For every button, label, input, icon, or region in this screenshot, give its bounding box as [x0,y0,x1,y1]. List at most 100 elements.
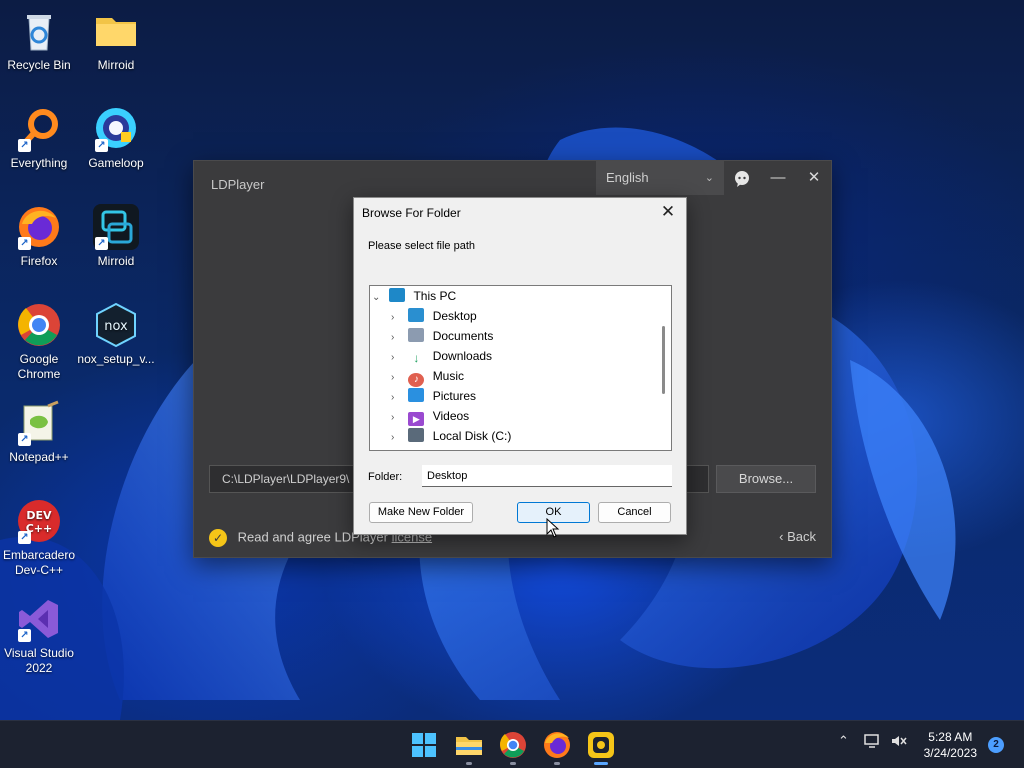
desktop-icon-mirroid-folder[interactable]: Mirroid [77,8,155,73]
make-new-folder-button[interactable]: Make New Folder [369,502,473,523]
chevron-right-icon[interactable]: › [391,368,405,388]
tree-item-local-disk[interactable]: › Local Disk (C:) [391,426,511,446]
desktop-icon-recycle-bin[interactable]: Recycle Bin [0,8,78,73]
local-disk-icon [408,428,425,442]
tree-item-downloads[interactable]: › ↓ Downloads [391,346,492,366]
recycle-bin-icon [16,8,62,54]
tree-scrollbar[interactable] [655,286,671,450]
dialog-close-button[interactable]: ✕ [656,201,680,225]
chevron-left-icon: ‹ [779,529,784,544]
music-folder-icon: ♪ [408,373,425,387]
minimize-button[interactable]: — [766,167,790,191]
desktop-icon-label: Notepad++ [9,450,69,464]
desktop-icon-label: Firefox [20,254,58,268]
start-button[interactable] [408,729,440,761]
taskbar-chrome[interactable] [497,729,529,765]
desktop-folder-icon [408,308,425,322]
system-clock[interactable]: 5:28 AM 3/24/2023 [924,729,977,761]
desktop-icon-google-chrome[interactable]: Google Chrome [0,302,78,382]
desktop-icon-firefox[interactable]: ↗ Firefox [0,204,78,269]
desktop-icon-everything[interactable]: ↗ Everything [0,106,78,171]
gameloop-icon: ↗ [93,106,139,152]
desktop-icon-notepadpp[interactable]: ↗ Notepad++ [0,400,78,465]
clock-date: 3/24/2023 [923,746,977,760]
language-dropdown[interactable]: English ⌄ [596,161,724,195]
downloads-folder-icon: ↓ [413,351,420,365]
taskbar-ldplayer[interactable] [585,729,617,765]
scrollbar-thumb[interactable] [662,326,665,394]
back-label: Back [787,529,816,544]
chrome-icon [16,302,62,348]
feedback-chat-icon[interactable] [730,167,754,191]
tree-item-desktop[interactable]: › Desktop [391,306,477,326]
tree-item-music[interactable]: › ♪ Music [391,366,465,388]
firefox-icon [544,732,570,758]
folder-tree[interactable]: ⌄ This PC › Desktop › Documents › ↓ Down… [369,285,672,451]
tree-item-label: This PC [413,289,457,303]
taskbar-firefox[interactable] [541,729,573,765]
tree-item-videos[interactable]: › ▶ Videos [391,406,469,426]
chevron-right-icon[interactable]: › [391,388,405,408]
visual-studio-icon: ↗ [16,596,62,642]
shortcut-arrow-icon: ↗ [18,531,31,544]
this-pc-icon [389,288,406,302]
folder-input[interactable]: Desktop [422,465,672,487]
network-icon[interactable] [864,733,882,752]
desktop-icon-label: Gameloop [88,156,144,170]
shortcut-arrow-icon: ↗ [18,139,31,152]
tree-item-label: Documents [432,329,494,343]
tree-item-documents[interactable]: › Documents [391,326,493,346]
chevron-right-icon[interactable]: › [391,408,405,428]
desktop-icon-label: nox_setup_v... [77,352,155,366]
windows-logo-icon [412,733,436,757]
shortcut-arrow-icon: ↗ [18,433,31,446]
notepadpp-icon: ↗ [16,400,62,446]
shortcut-arrow-icon: ↗ [95,237,108,250]
taskbar-file-explorer[interactable] [453,729,485,765]
shortcut-arrow-icon: ↗ [18,237,31,250]
running-indicator [510,762,516,765]
chevron-right-icon[interactable]: › [391,428,405,448]
browse-for-folder-dialog: Browse For Folder ✕ Please select file p… [353,197,687,535]
chrome-icon [500,732,526,758]
volume-muted-icon[interactable] [890,733,908,752]
tree-item-label: Local Disk (C:) [432,429,512,443]
desktop-icon-visual-studio[interactable]: ↗ Visual Studio 2022 [0,596,78,676]
tree-item-label: Desktop [432,309,477,323]
desktop-icon-gameloop[interactable]: ↗ Gameloop [77,106,155,171]
shortcut-arrow-icon: ↗ [18,629,31,642]
desktop-icon-mirroid-app[interactable]: ↗ Mirroid [77,204,155,269]
chevron-down-icon[interactable]: ⌄ [372,288,386,308]
videos-folder-icon: ▶ [408,412,425,426]
everything-search-icon: ↗ [16,106,62,152]
tree-item-pictures[interactable]: › Pictures [391,386,476,406]
cancel-button[interactable]: Cancel [598,502,671,523]
svg-text:DEV: DEV [26,509,52,522]
dialog-prompt: Please select file path [368,240,476,252]
desktop-icon-label: Everything [10,156,68,170]
desktop-icon-label: Google Chrome [17,352,61,381]
tree-item-this-pc[interactable]: ⌄ This PC [372,286,456,306]
desktop-icon-nox-setup[interactable]: nox nox_setup_v... [77,302,155,367]
file-explorer-icon [456,737,482,755]
chevron-right-icon[interactable]: › [391,328,405,348]
desktop-icon-label: Embarcadero Dev-C++ [2,548,76,577]
folder-icon [93,8,139,54]
agree-checkbox[interactable]: ✓ [209,529,227,547]
chevron-right-icon[interactable]: › [391,348,405,368]
tree-item-label: Music [432,369,465,383]
nox-icon: nox [93,302,139,348]
close-button[interactable]: ✕ [802,167,826,191]
notification-badge[interactable]: 2 [988,737,1004,753]
back-button[interactable]: ‹ Back [779,529,816,544]
folder-label: Folder: [368,471,403,483]
chevron-right-icon[interactable]: › [391,308,405,328]
window-title: LDPlayer [211,177,265,192]
dialog-title: Browse For Folder [362,206,461,220]
chevron-down-icon: ⌄ [704,172,714,184]
browse-button[interactable]: Browse... [716,465,816,493]
running-indicator [466,762,472,765]
shortcut-arrow-icon: ↗ [95,139,108,152]
desktop-icon-devcpp[interactable]: DEV C++ ↗ Embarcadero Dev-C++ [0,498,78,578]
show-hidden-icons-chevron-up-icon[interactable]: ⌃ [838,733,849,749]
